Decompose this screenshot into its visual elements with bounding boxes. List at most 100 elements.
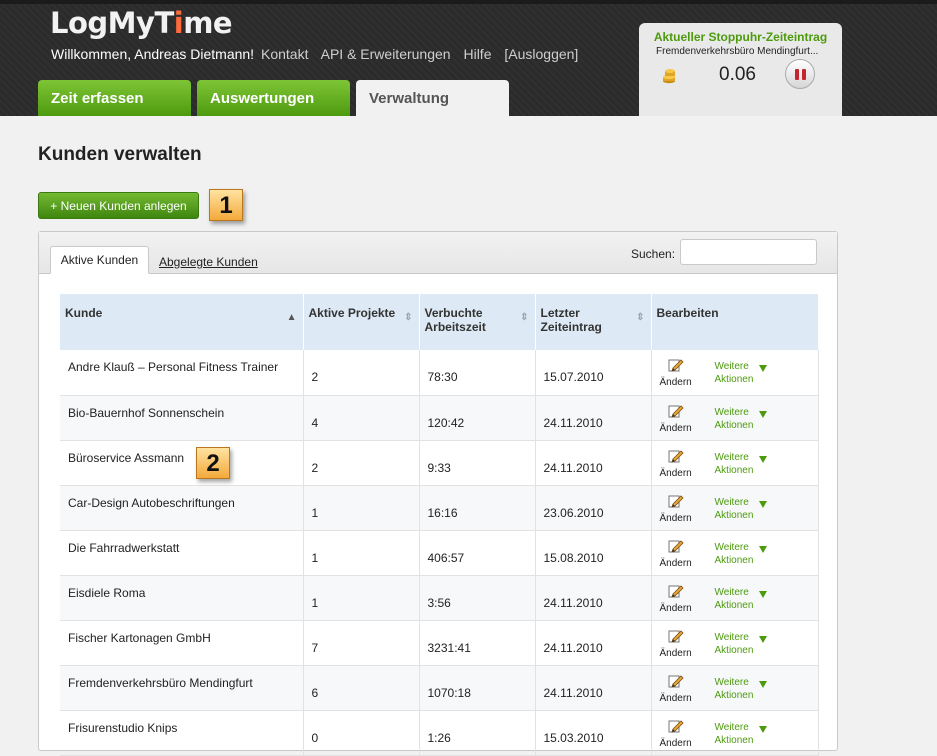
search-label: Suchen:	[631, 247, 676, 261]
callout-marker-1: 1	[209, 189, 243, 221]
more-actions-line2: Aktionen	[714, 599, 754, 611]
col-header-arbeitszeit-line1: Verbuchte	[424, 306, 483, 320]
cell-booked-time: 406:57	[419, 530, 536, 576]
edit-label[interactable]: Ändern	[660, 558, 692, 569]
cell-edit: Ändern Weitere Aktionen	[651, 485, 819, 531]
edit-label[interactable]: Ändern	[660, 603, 692, 614]
cell-booked-time: 120:42	[419, 395, 536, 441]
edit-label[interactable]: Ändern	[660, 377, 692, 388]
table-header-row: Kunde ▲ Aktive Projekte ⇕ Verbuchte Arbeits…	[60, 294, 819, 350]
dropdown-arrow-icon[interactable]	[758, 410, 767, 418]
customers-panel: Aktive Kunden Abgelegte Kunden Suchen: K…	[38, 231, 838, 756]
dropdown-arrow-icon[interactable]	[758, 500, 767, 508]
tab-auswertungen[interactable]: Auswertungen	[197, 80, 350, 116]
more-actions-link[interactable]: Weitere Aktionen	[715, 406, 754, 432]
link-api[interactable]: API & Erweiterungen	[321, 46, 451, 62]
edit-label[interactable]: Ändern	[660, 738, 692, 749]
more-actions-link[interactable]: Weitere Aktionen	[715, 586, 754, 612]
stopwatch-panel: Aktueller Stoppuhr-Zeiteintrag Fremdenve…	[639, 23, 842, 116]
tab-active-customers[interactable]: Aktive Kunden	[50, 246, 149, 274]
more-actions-link[interactable]: Weitere Aktionen	[715, 721, 754, 747]
dropdown-arrow-icon[interactable]	[758, 635, 767, 643]
dropdown-arrow-icon[interactable]	[758, 680, 767, 688]
more-actions-line1: Weitere	[714, 361, 749, 372]
dropdown-arrow-icon[interactable]	[758, 590, 767, 598]
more-actions-line2: Aktionen	[714, 644, 754, 656]
more-actions-link[interactable]: Weitere Aktionen	[715, 496, 754, 522]
col-header-kunde[interactable]: Kunde ▲	[60, 294, 304, 350]
stopwatch-description: Fremdenverkehrsbüro Mendingfurt...	[656, 46, 819, 57]
logo[interactable]: LogMyTime	[50, 6, 233, 40]
pause-button[interactable]	[785, 59, 815, 89]
edit-icon[interactable]	[668, 718, 684, 734]
more-actions-line2: Aktionen	[714, 464, 754, 476]
edit-label[interactable]: Ändern	[660, 648, 692, 659]
sort-icon: ⇕	[404, 312, 413, 323]
cell-customer-name[interactable]: Andre Klauß – Personal Fitness Trainer	[60, 350, 304, 396]
top-links: Kontakt API & Erweiterungen Hilfe [Auslo…	[261, 46, 587, 62]
edit-icon[interactable]	[668, 583, 684, 599]
more-actions-line2: Aktionen	[714, 509, 754, 521]
col-header-projekte[interactable]: Aktive Projekte ⇕	[303, 294, 420, 350]
edit-label[interactable]: Ändern	[660, 468, 692, 479]
cell-customer-name[interactable]: Fremdenverkehrsbüro Mendingfurt	[60, 665, 304, 711]
sort-asc-icon: ▲	[286, 312, 297, 323]
dropdown-arrow-icon[interactable]	[758, 725, 767, 733]
edit-icon[interactable]	[668, 493, 684, 509]
new-customer-button[interactable]: + Neuen Kunden anlegen	[38, 192, 199, 219]
edit-icon[interactable]	[668, 448, 684, 464]
more-actions-link[interactable]: Weitere Aktionen	[715, 541, 754, 567]
col-header-arbeitszeit[interactable]: Verbuchte Arbeitszeit ⇕	[419, 294, 536, 350]
table-row: Fremdenverkehrsbüro Mendingfurt 6 1070:18 2…	[60, 665, 819, 711]
edit-label[interactable]: Ändern	[660, 693, 692, 704]
cell-customer-name[interactable]: Büroservice Assmann	[60, 440, 304, 486]
table-row: Andre Klauß – Personal Fitness Trainer 2 7…	[60, 350, 819, 396]
cell-customer-name[interactable]: Eisdiele Roma	[60, 575, 304, 621]
edit-label[interactable]: Ändern	[660, 513, 692, 524]
cell-customer-name[interactable]: Die Fahrradwerkstatt	[60, 530, 304, 576]
cell-customer-name[interactable]: Fischer Kartonagen GmbH	[60, 620, 304, 666]
cell-active-projects: 4	[303, 395, 420, 441]
dropdown-arrow-icon[interactable]	[758, 455, 767, 463]
stopwatch-title: Aktueller Stoppuhr-Zeiteintrag	[653, 30, 828, 44]
link-logout[interactable]: [Ausloggen]	[504, 46, 578, 62]
tab-archived-customers[interactable]: Abgelegte Kunden	[159, 249, 258, 276]
page-title: Kunden verwalten	[38, 144, 202, 165]
edit-icon[interactable]	[668, 538, 684, 554]
cell-customer-name[interactable]: Frisurenstudio Knips	[60, 710, 304, 756]
search-input[interactable]	[680, 239, 817, 265]
table-row: Eisdiele Roma 1 3:56 24.11.2010 Ändern Weiter…	[60, 575, 819, 621]
more-actions-line2: Aktionen	[714, 734, 754, 746]
more-actions-link[interactable]: Weitere Aktionen	[715, 451, 754, 477]
cell-active-projects: 7	[303, 620, 420, 666]
tab-verwaltung[interactable]: Verwaltung	[356, 80, 509, 116]
more-actions-line1: Weitere	[714, 721, 749, 733]
cell-last-entry: 23.06.2010	[535, 485, 652, 531]
logo-text-accent: i	[173, 6, 184, 40]
welcome-text: Willkommen, Andreas Dietmann!	[51, 46, 255, 62]
more-actions-line1: Weitere	[714, 451, 749, 463]
link-hilfe[interactable]: Hilfe	[463, 46, 491, 62]
coins-icon	[661, 66, 677, 89]
logo-text-end: me	[183, 6, 233, 40]
cell-customer-name[interactable]: Bio-Bauernhof Sonnenschein	[60, 395, 304, 441]
cell-customer-name[interactable]: Car-Design Autobeschriftungen	[60, 485, 304, 531]
more-actions-link[interactable]: Weitere Aktionen	[715, 676, 754, 702]
edit-label[interactable]: Ändern	[660, 423, 692, 434]
more-actions-link[interactable]: Weitere Aktionen	[715, 360, 754, 386]
pause-icon-bar-right	[802, 69, 806, 80]
edit-icon[interactable]	[668, 673, 684, 689]
col-header-letzter[interactable]: Letzter Zeiteintrag ⇕	[535, 294, 652, 350]
table-row: Bio-Bauernhof Sonnenschein 4 120:42 24.11.2…	[60, 395, 819, 441]
cell-edit: Ändern Weitere Aktionen	[651, 620, 819, 666]
tab-zeit-erfassen[interactable]: Zeit erfassen	[38, 80, 191, 116]
link-kontakt[interactable]: Kontakt	[261, 46, 308, 62]
edit-icon[interactable]	[668, 357, 684, 373]
more-actions-link[interactable]: Weitere Aktionen	[715, 631, 754, 657]
edit-icon[interactable]	[668, 403, 684, 419]
dropdown-arrow-icon[interactable]	[758, 545, 767, 553]
edit-icon[interactable]	[668, 628, 684, 644]
dropdown-arrow-icon[interactable]	[758, 365, 767, 372]
logo-text-main: LogMy	[50, 6, 155, 40]
more-actions-line1: Weitere	[714, 406, 749, 418]
